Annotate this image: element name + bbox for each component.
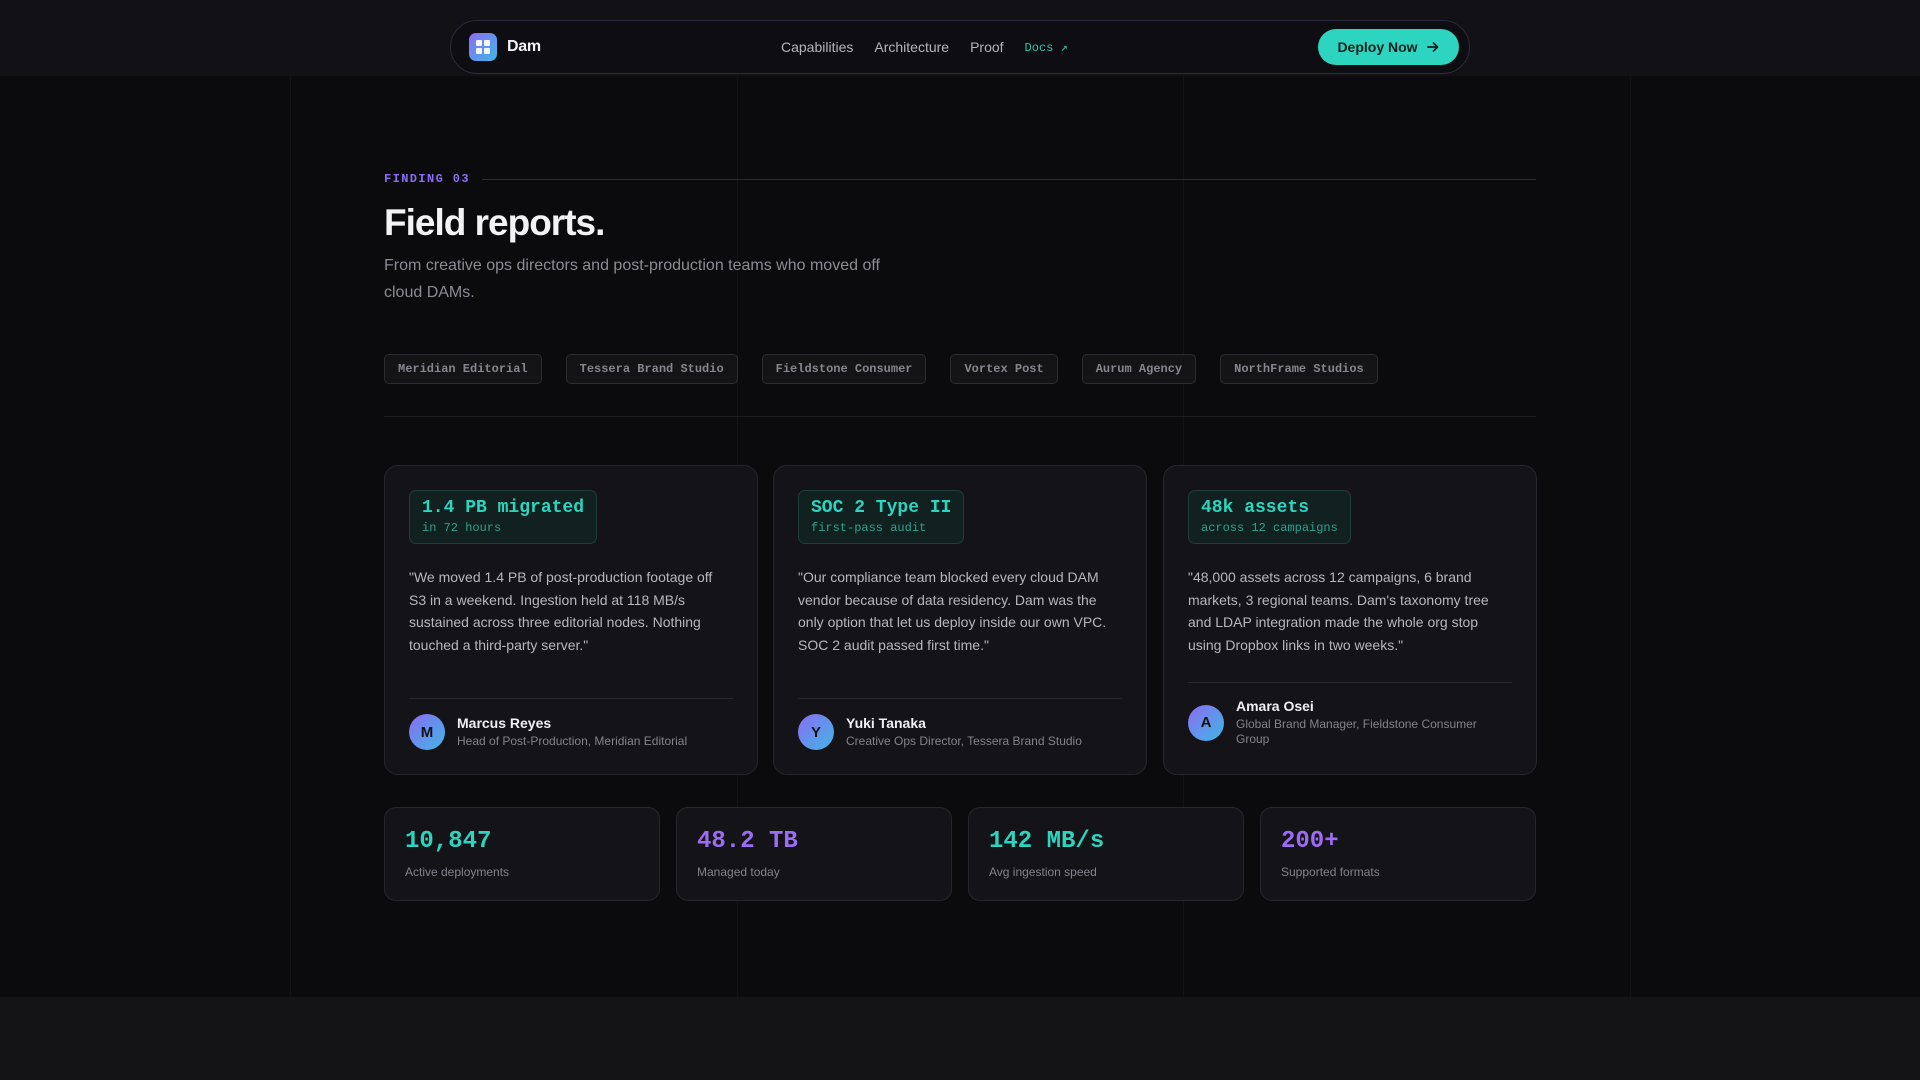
stat-label: Active deployments — [405, 865, 510, 879]
customer-logo: Vortex Post — [950, 354, 1058, 384]
stat-card: 48.2 TB Managed today — [676, 807, 952, 901]
author-name: Yuki Tanaka — [846, 715, 926, 731]
stat-card: 142 MB/s Avg ingestion speed — [968, 807, 1244, 901]
nav-link-architecture[interactable]: Architecture — [874, 39, 949, 55]
avatar: Y — [798, 714, 834, 750]
testimonial-card: SOC 2 Type II first-pass audit "Our comp… — [773, 465, 1147, 775]
stat-label: Managed today — [697, 865, 780, 879]
eyebrow-label: FINDING 03 — [384, 172, 471, 186]
nav-link-docs[interactable]: Docs ↗ — [1025, 40, 1068, 55]
page: Dam Capabilities Architecture Proof Docs… — [0, 0, 1920, 1080]
section-title: Field reports. — [384, 202, 605, 243]
stat-value: 142 MB/s — [989, 828, 1105, 855]
deploy-now-button[interactable]: Deploy Now — [1318, 29, 1459, 65]
stat-value: 200+ — [1281, 828, 1339, 855]
arrow-right-icon — [1426, 42, 1438, 52]
metric-caption: across 12 campaigns — [1201, 521, 1338, 535]
stat-value: 48.2 TB — [697, 828, 798, 855]
metric-value: 48k assets — [1201, 498, 1310, 518]
nav-link-capabilities[interactable]: Capabilities — [781, 39, 853, 55]
metric-value: SOC 2 Type II — [811, 498, 952, 518]
section-subtitle: From creative ops directors and post-pro… — [384, 257, 880, 301]
author-name: Marcus Reyes — [457, 715, 552, 731]
top-nav: Dam Capabilities Architecture Proof Docs… — [450, 20, 1470, 74]
brand-name: Dam — [507, 38, 541, 55]
metric-badge: 48k assets across 12 campaigns — [1188, 490, 1351, 544]
metric-value: 1.4 PB migrated — [422, 498, 585, 518]
customer-logo: Aurum Agency — [1081, 354, 1197, 384]
stat-value: 10,847 — [405, 828, 492, 855]
metric-badge: SOC 2 Type II first-pass audit — [798, 490, 965, 544]
brand-logo-icon — [469, 33, 497, 61]
stat-label: Supported formats — [1281, 865, 1380, 879]
testimonial-card: 1.4 PB migrated in 72 hours "We moved 1.… — [384, 465, 758, 775]
avatar: A — [1188, 704, 1224, 741]
author: M Marcus Reyes Head of Post-Production, … — [409, 714, 687, 750]
customer-logo: Meridian Editorial — [384, 354, 542, 384]
avatar: M — [409, 714, 445, 750]
metric-caption: in 72 hours — [422, 521, 502, 535]
nav-links: Capabilities Architecture Proof Docs ↗ — [781, 39, 1068, 55]
eyebrow-divider — [482, 178, 1536, 180]
section-eyebrow: FINDING 03 — [384, 172, 1536, 186]
card-divider — [798, 698, 1122, 699]
stat-label: Avg ingestion speed — [989, 865, 1097, 879]
section-divider — [384, 416, 1536, 417]
nav-link-proof[interactable]: Proof — [970, 39, 1003, 55]
customer-logo: Tessera Brand Studio — [565, 354, 738, 384]
grid-line — [1630, 76, 1631, 997]
testimonial-card: 48k assets across 12 campaigns "48,000 a… — [1163, 465, 1537, 775]
testimonial-quote: "48,000 assets across 12 campaigns, 6 br… — [1188, 569, 1489, 654]
author-name: Amara Osei — [1236, 698, 1314, 714]
deploy-now-label: Deploy Now — [1337, 39, 1418, 55]
author: A Amara Osei Global Brand Manager, Field… — [1188, 698, 1496, 747]
footer-band — [0, 997, 1920, 1080]
customer-logos: Meridian Editorial Tessera Brand Studio … — [384, 354, 1402, 384]
customer-logo: Fieldstone Consumer — [761, 354, 927, 384]
stat-card: 200+ Supported formats — [1260, 807, 1536, 901]
testimonial-quote: "We moved 1.4 PB of post-production foot… — [409, 569, 713, 654]
author-role: Creative Ops Director, Tessera Brand Stu… — [846, 734, 1082, 748]
author-role: Global Brand Manager, Fieldstone Consume… — [1236, 717, 1477, 746]
card-divider — [1188, 682, 1512, 683]
stat-card: 10,847 Active deployments — [384, 807, 660, 901]
testimonial-quote: "Our compliance team blocked every cloud… — [798, 569, 1107, 654]
author-role: Head of Post-Production, Meridian Editor… — [457, 734, 688, 748]
grid-line — [290, 76, 291, 997]
customer-logo: NorthFrame Studios — [1220, 354, 1378, 384]
author: Y Yuki Tanaka Creative Ops Director, Tes… — [798, 714, 1082, 750]
metric-badge: 1.4 PB migrated in 72 hours — [409, 490, 598, 544]
card-divider — [409, 698, 733, 699]
brand[interactable]: Dam — [469, 33, 541, 61]
metric-caption: first-pass audit — [811, 521, 927, 535]
